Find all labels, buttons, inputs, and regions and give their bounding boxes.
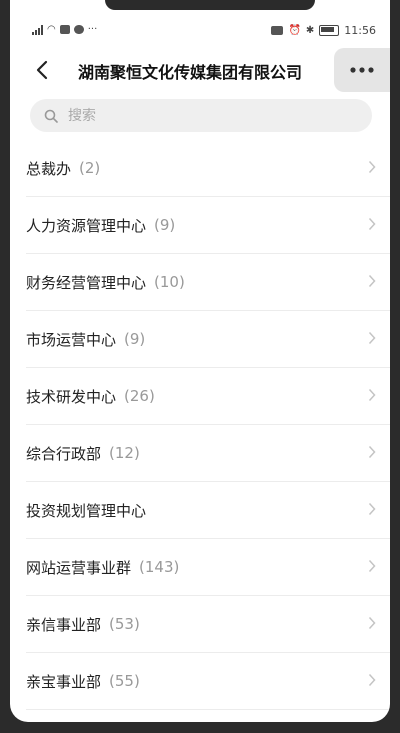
- chevron-right-icon: [368, 559, 376, 573]
- chevron-right-icon: [368, 616, 376, 630]
- department-count: (143): [139, 558, 180, 576]
- message-icon: [73, 25, 84, 34]
- department-item[interactable]: 亲信事业部 (53): [26, 596, 390, 653]
- phone-frame: ◠ ··· ⏰ ✱ 11:56 湖南聚恒文化传媒集团有限公司 搜索 总裁办 (2…: [0, 0, 400, 733]
- department-count: (10): [154, 273, 185, 291]
- notch: [105, 0, 315, 10]
- department-count: (9): [154, 216, 176, 234]
- signal-icon: [32, 24, 43, 35]
- department-name: 市场运营中心: [26, 330, 117, 349]
- bluetooth-icon: ✱: [305, 25, 315, 36]
- department-name: 亲信事业部: [26, 615, 102, 634]
- department-item[interactable]: 财务经营管理中心 (10): [26, 254, 390, 311]
- search-bar[interactable]: [30, 99, 372, 132]
- search-input[interactable]: [66, 106, 330, 125]
- department-list: 总裁办 (2) 人力资源管理中心 (9) 财务经营管理中心 (10) 市场运营中…: [10, 140, 390, 710]
- department-item[interactable]: 总裁办 (2): [26, 140, 390, 197]
- chevron-right-icon: [368, 673, 376, 687]
- page-title: 湖南聚恒文化传媒集团有限公司: [78, 63, 303, 82]
- department-name: 人力资源管理中心: [26, 216, 147, 235]
- department-name: 技术研发中心: [26, 387, 117, 406]
- chevron-right-icon: [368, 388, 376, 402]
- chevron-right-icon: [368, 160, 376, 174]
- department-item[interactable]: 网站运营事业群 (143): [26, 539, 390, 596]
- chevron-left-icon: [36, 60, 48, 80]
- chevron-right-icon: [368, 274, 376, 288]
- status-bar: ◠ ··· ⏰ ✱ 11:56: [10, 22, 390, 40]
- battery-icon: [319, 25, 340, 36]
- chevron-right-icon: [368, 502, 376, 516]
- department-count: (53): [109, 615, 140, 633]
- department-name: 综合行政部: [26, 444, 102, 463]
- nfc-icon: [271, 26, 284, 35]
- alarm-icon: ⏰: [288, 25, 301, 36]
- chevron-right-icon: [368, 217, 376, 231]
- department-count: (2): [79, 159, 101, 177]
- more-dots-icon: [350, 67, 374, 73]
- department-item[interactable]: 技术研发中心 (26): [26, 368, 390, 425]
- department-count: (9): [124, 330, 146, 348]
- search-icon: [44, 109, 58, 123]
- status-left: ◠ ···: [32, 24, 97, 35]
- department-item[interactable]: 亲宝事业部 (55): [26, 653, 390, 710]
- wifi-icon: ◠: [47, 24, 56, 35]
- department-count: (26): [124, 387, 155, 405]
- status-right: ⏰ ✱ 11:56: [271, 24, 376, 37]
- screen: ◠ ··· ⏰ ✱ 11:56 湖南聚恒文化传媒集团有限公司 搜索 总裁办 (2…: [10, 0, 390, 722]
- more-notifications-icon: ···: [87, 24, 98, 35]
- department-name: 网站运营事业群: [26, 558, 132, 577]
- chevron-right-icon: [368, 331, 376, 345]
- header: 湖南聚恒文化传媒集团有限公司: [10, 48, 390, 92]
- department-name: 亲宝事业部: [26, 672, 102, 691]
- department-name: 总裁办: [26, 159, 72, 178]
- department-item[interactable]: 市场运营中心 (9): [26, 311, 390, 368]
- more-options-button[interactable]: [334, 48, 390, 92]
- notification-icon: [59, 25, 70, 34]
- department-name: 财务经营管理中心: [26, 273, 147, 292]
- department-item[interactable]: 综合行政部 (12): [26, 425, 390, 482]
- department-count: (12): [109, 444, 140, 462]
- department-item[interactable]: 投资规划管理中心: [26, 482, 390, 539]
- department-item[interactable]: 人力资源管理中心 (9): [26, 197, 390, 254]
- department-count: (55): [109, 672, 140, 690]
- back-button[interactable]: [30, 58, 54, 82]
- chevron-right-icon: [368, 445, 376, 459]
- department-name: 投资规划管理中心: [26, 501, 147, 520]
- status-time: 11:56: [344, 24, 376, 37]
